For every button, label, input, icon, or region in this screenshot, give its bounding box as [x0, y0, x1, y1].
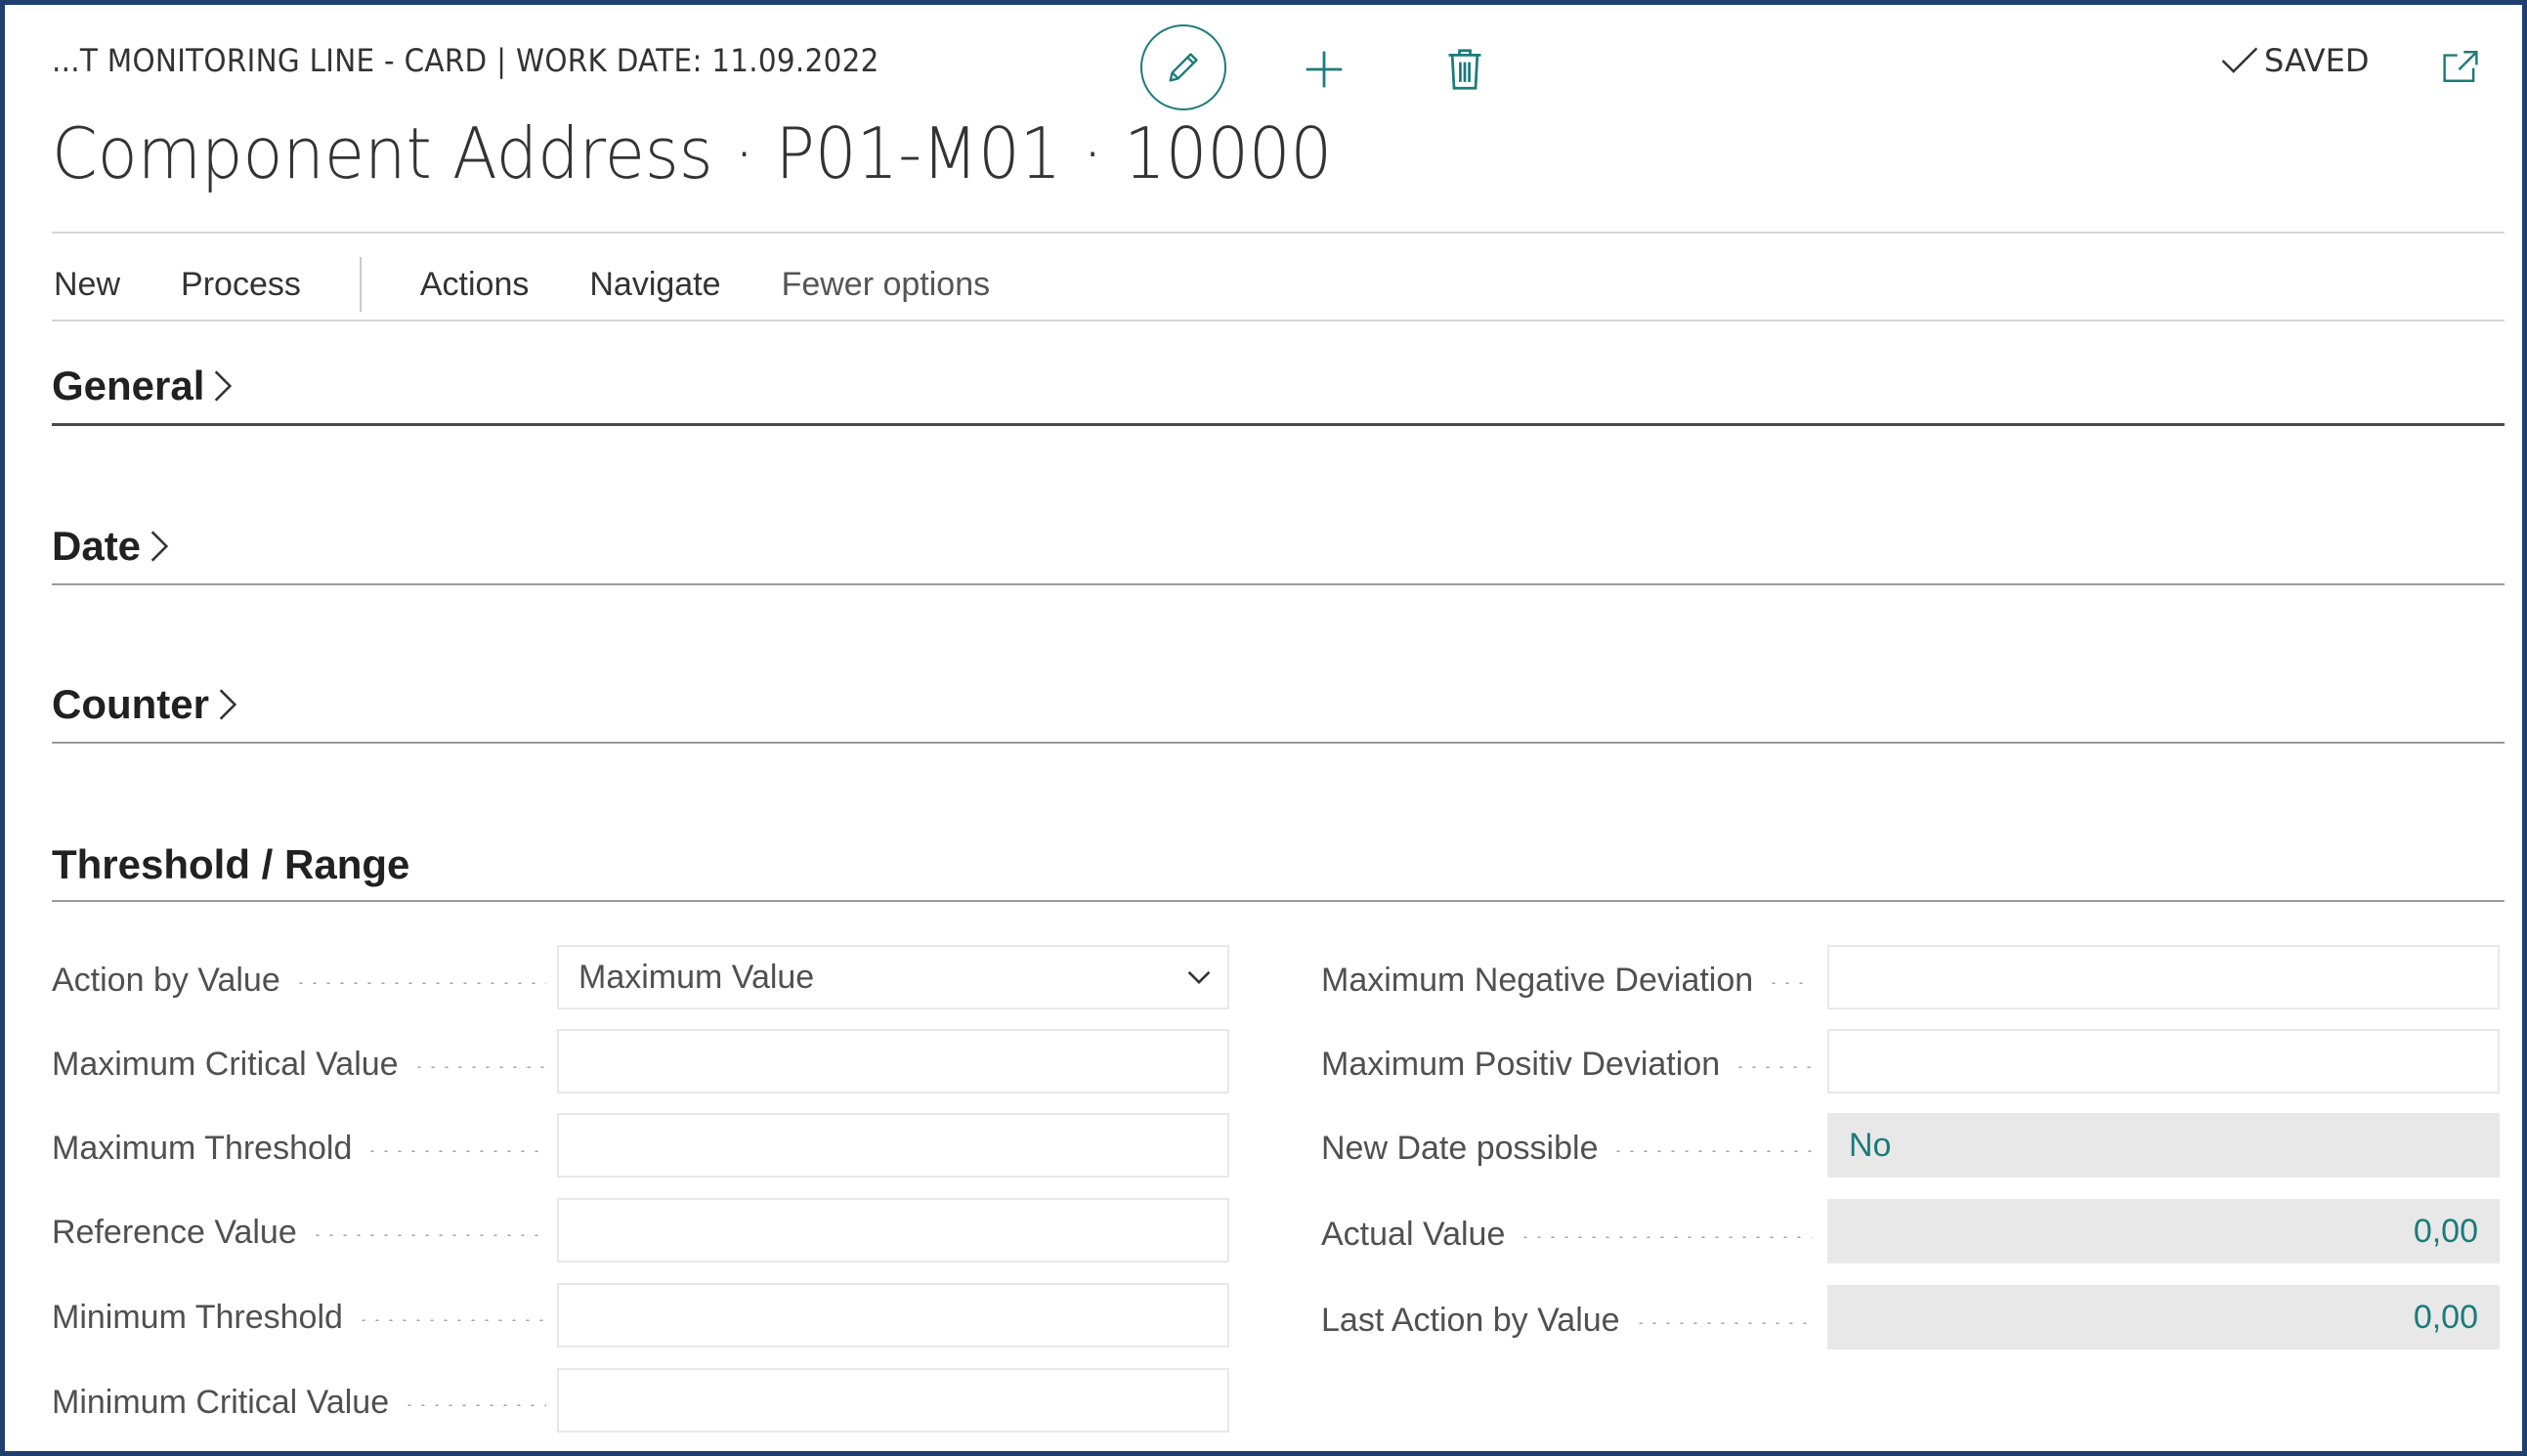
minimum-critical-value-input[interactable]: [557, 1368, 1229, 1433]
section-date-header[interactable]: Date: [52, 523, 170, 570]
action-navigate[interactable]: Navigate: [589, 266, 720, 304]
action-bar-divider: [52, 320, 2505, 321]
action-bar: New Process Actions Navigate Fewer optio…: [54, 257, 990, 312]
field-label-minimum-threshold: Minimum Threshold: [52, 1296, 546, 1339]
label-text: Minimum Critical Value: [52, 1383, 390, 1421]
label-text: Action by Value: [52, 961, 280, 999]
field-label-maximum-critical-value: Maximum Critical Value: [52, 1043, 546, 1086]
label-text: Maximum Threshold: [52, 1129, 353, 1167]
edit-button[interactable]: [1140, 24, 1226, 110]
breadcrumb: ...T MONITORING LINE - CARD | WORK DATE:…: [52, 42, 879, 79]
label-leader-dots: [411, 1066, 546, 1068]
section-threshold-header[interactable]: Threshold / Range: [52, 841, 409, 888]
field-label-last-action-by-value: Last Action by Value: [1321, 1299, 1812, 1342]
maximum-positiv-deviation-input[interactable]: [1827, 1029, 2500, 1093]
section-counter-divider: [52, 742, 2505, 744]
last-action-by-value-value[interactable]: 0,00: [1827, 1285, 2500, 1349]
action-fewer-options[interactable]: Fewer options: [782, 266, 991, 304]
field-label-maximum-negative-deviation: Maximum Negative Deviation: [1321, 959, 1812, 1002]
label-leader-dots: [1734, 1066, 1812, 1068]
label-text: Maximum Critical Value: [52, 1045, 399, 1083]
minimum-threshold-input[interactable]: [557, 1283, 1229, 1348]
plus-icon: [1306, 51, 1343, 88]
maximum-threshold-input[interactable]: [557, 1113, 1229, 1178]
label-text: Reference Value: [52, 1213, 297, 1251]
field-label-action-by-value: Action by Value: [52, 959, 546, 1002]
field-label-new-date-possible: New Date possible: [1321, 1127, 1812, 1170]
section-counter-header[interactable]: Counter: [52, 681, 238, 728]
open-in-new-window-icon: [2443, 51, 2478, 82]
label-text: Last Action by Value: [1321, 1301, 1620, 1339]
action-bar-separator: [359, 257, 362, 312]
title-divider: [52, 232, 2505, 234]
action-new[interactable]: New: [54, 266, 120, 304]
label-leader-dots: [1767, 982, 1812, 984]
label-text: Actual Value: [1321, 1215, 1506, 1253]
field-label-maximum-threshold: Maximum Threshold: [52, 1127, 546, 1170]
label-text: Minimum Threshold: [52, 1298, 343, 1336]
page-frame: ...T MONITORING LINE - CARD | WORK DATE:…: [0, 0, 2527, 1456]
check-icon: [2221, 47, 2258, 73]
chevron-right-icon: [150, 531, 169, 562]
label-leader-dots: [310, 1234, 546, 1236]
section-general-divider: [52, 423, 2505, 426]
field-label-actual-value: Actual Value: [1321, 1213, 1812, 1256]
chevron-right-icon: [215, 370, 233, 402]
chevron-right-icon: [219, 689, 237, 720]
select-value: Maximum Value: [578, 958, 815, 996]
label-leader-dots: [365, 1150, 546, 1152]
label-leader-dots: [356, 1319, 546, 1321]
saved-status: SAVED: [2221, 42, 2370, 79]
section-date-title: Date: [52, 523, 142, 569]
field-label-maximum-positiv-deviation: Maximum Positiv Deviation: [1321, 1043, 1812, 1086]
section-threshold-divider: [52, 900, 2505, 902]
page-title: Component Address · P01-M01 · 10000: [52, 112, 1333, 194]
label-text: New Date possible: [1321, 1129, 1599, 1167]
open-new-window-button[interactable]: [2438, 44, 2483, 89]
label-text: Maximum Negative Deviation: [1321, 961, 1754, 999]
section-general-title: General: [52, 363, 205, 408]
section-counter-title: Counter: [52, 681, 209, 727]
delete-button[interactable]: [1439, 42, 1490, 97]
saved-label: SAVED: [2264, 42, 2370, 79]
label-leader-dots: [1611, 1150, 1812, 1152]
chevron-down-icon: [1187, 970, 1211, 985]
section-threshold-title: Threshold / Range: [52, 841, 410, 887]
label-leader-dots: [1633, 1322, 1812, 1324]
section-date-divider: [52, 583, 2505, 585]
label-leader-dots: [403, 1404, 546, 1406]
reference-value-input[interactable]: [557, 1198, 1229, 1263]
actual-value-value[interactable]: 0,00: [1827, 1199, 2500, 1263]
new-record-button[interactable]: [1297, 42, 1351, 97]
label-leader-dots: [293, 982, 546, 984]
field-label-minimum-critical-value: Minimum Critical Value: [52, 1381, 546, 1424]
action-by-value-select[interactable]: Maximum Value: [557, 945, 1229, 1009]
section-general-header[interactable]: General: [52, 363, 234, 409]
label-text: Maximum Positiv Deviation: [1321, 1045, 1721, 1083]
action-actions[interactable]: Actions: [420, 266, 530, 304]
field-label-reference-value: Reference Value: [52, 1211, 546, 1254]
maximum-negative-deviation-input[interactable]: [1827, 945, 2500, 1009]
action-process[interactable]: Process: [181, 266, 301, 304]
new-date-possible-value: No: [1827, 1113, 2500, 1178]
maximum-critical-value-input[interactable]: [557, 1029, 1229, 1093]
trash-icon: [1448, 49, 1481, 90]
label-leader-dots: [1519, 1236, 1812, 1238]
pencil-icon: [1169, 53, 1198, 82]
